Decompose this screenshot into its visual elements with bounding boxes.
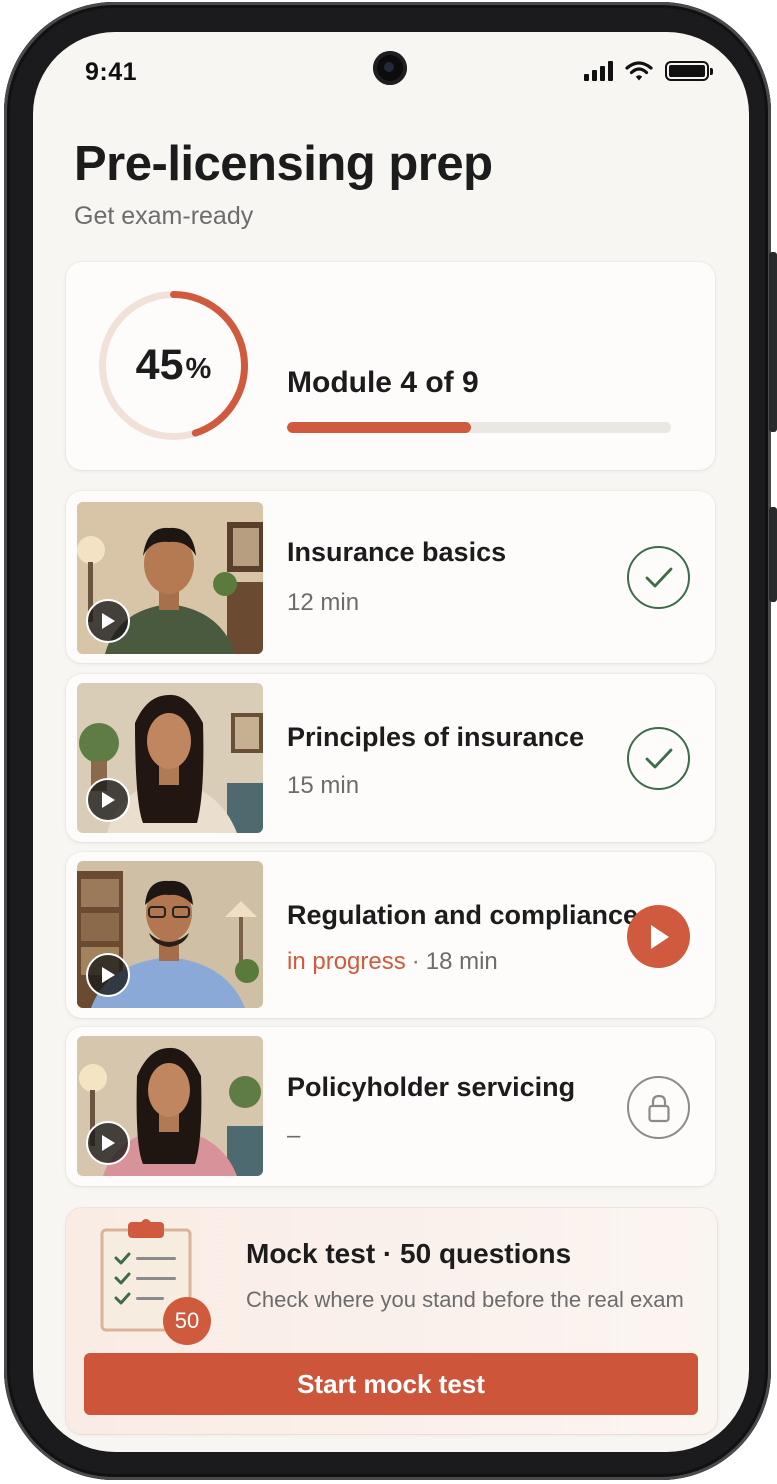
progress-percent: 45%: [96, 288, 251, 443]
lesson-card-policyholder-servicing[interactable]: Policyholder servicing –: [66, 1027, 715, 1186]
wifi-icon: [625, 61, 653, 81]
locked-lock-icon: [627, 1076, 690, 1139]
lesson-progress-label: in progress: [287, 948, 406, 975]
lesson-duration: 18 min: [425, 948, 498, 975]
status-time: 9:41: [85, 58, 138, 86]
progress-card: 45% Module 4 of 9: [66, 262, 715, 470]
question-count-badge-label: 50: [174, 1308, 200, 1333]
lesson-thumbnail[interactable]: [77, 861, 263, 1008]
lesson-title: Insurance basics: [287, 537, 507, 567]
start-mock-test-button[interactable]: Start mock test: [84, 1353, 698, 1415]
lesson-card-principles-of-insurance[interactable]: Principles of insurance 15 min: [66, 674, 715, 842]
lesson-meta: in progress · 18 min: [287, 948, 498, 976]
phone-frame: 9:41 Pre-licensing prep Get exam-ready 4…: [4, 2, 777, 1480]
meta-separator: ·: [411, 948, 420, 975]
front-camera: [373, 51, 407, 85]
completed-check-icon[interactable]: [627, 546, 690, 609]
lesson-duration: 12 min: [287, 589, 360, 616]
module-label: Module 4 of 9: [287, 366, 479, 399]
battery-icon: [665, 61, 713, 81]
page-title: Pre-licensing prep: [74, 137, 493, 191]
lesson-title: Principles of insurance: [287, 722, 585, 752]
volume-button: [769, 252, 777, 432]
resume-play-icon[interactable]: [627, 905, 690, 968]
lesson-title: Policyholder servicing: [287, 1072, 576, 1102]
mock-test-title: Mock test · 50 questions: [246, 1238, 572, 1269]
progress-ring: 45%: [96, 288, 251, 443]
page-subtitle: Get exam-ready: [74, 202, 254, 230]
module-progress-fill: [287, 422, 472, 433]
lesson-thumbnail[interactable]: [77, 502, 263, 654]
power-button: [769, 507, 777, 602]
play-icon[interactable]: [86, 599, 130, 643]
play-icon[interactable]: [86, 1121, 130, 1165]
module-progress-bar: [287, 422, 671, 433]
progress-percent-value: 45: [135, 341, 184, 389]
lesson-title: Regulation and compliance: [287, 900, 639, 930]
mock-test-subtitle: Check where you stand before the real ex…: [246, 1287, 684, 1312]
app-screen: 9:41 Pre-licensing prep Get exam-ready 4…: [33, 32, 749, 1452]
mock-test-card: 50 Mock test · 50 questions Check where …: [66, 1208, 717, 1434]
lesson-duration: 15 min: [287, 772, 360, 799]
lesson-card-regulation-and-compliance[interactable]: Regulation and compliance in progress · 18…: [66, 852, 715, 1018]
lesson-thumbnail[interactable]: [77, 683, 263, 833]
progress-percent-sign: %: [185, 353, 212, 385]
question-count-badge: 50: [163, 1297, 211, 1345]
lesson-thumbnail[interactable]: [77, 1036, 263, 1176]
lesson-card-insurance-basics[interactable]: Insurance basics 12 min: [66, 491, 715, 663]
play-icon[interactable]: [86, 953, 130, 997]
completed-check-icon[interactable]: [627, 727, 690, 790]
lesson-duration: –: [287, 1122, 301, 1149]
clipboard-checklist-icon: 50: [100, 1218, 220, 1345]
play-icon[interactable]: [86, 778, 130, 822]
cellular-signal-icon: [584, 61, 613, 81]
status-icons: [584, 60, 713, 82]
